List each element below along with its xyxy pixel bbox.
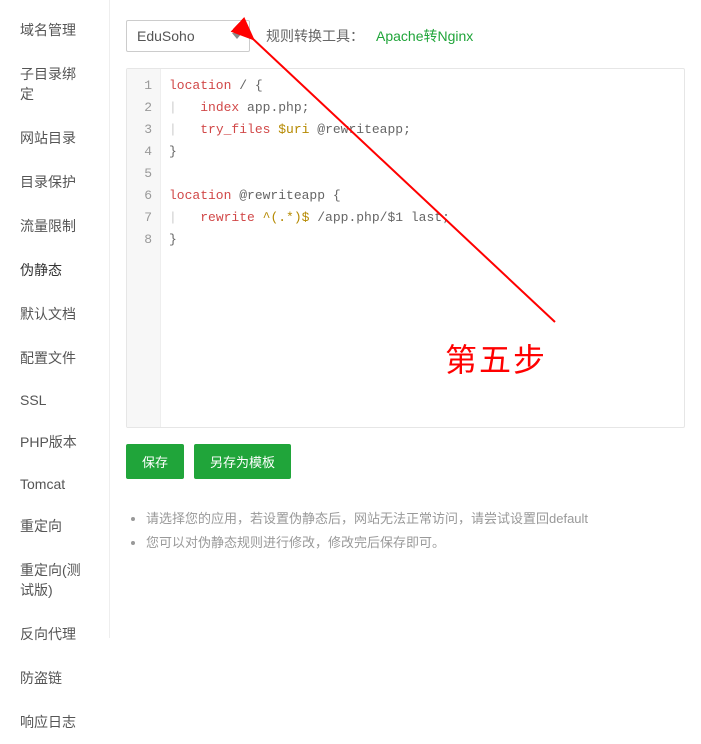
sidebar-item-11[interactable]: 重定向 xyxy=(0,504,109,548)
sidebar-item-5[interactable]: 伪静态 xyxy=(0,248,109,292)
annotation-step-label: 第五步 xyxy=(445,335,547,381)
sidebar-item-3[interactable]: 目录保护 xyxy=(0,160,109,204)
code-line[interactable]: location @rewriteapp { xyxy=(169,185,450,207)
gutter-line: 4 xyxy=(127,141,160,163)
gutter-line: 6 xyxy=(127,185,160,207)
code-line[interactable] xyxy=(169,163,450,185)
sidebar: 域名管理子目录绑定网站目录目录保护流量限制伪静态默认文档配置文件SSLPHP版本… xyxy=(0,0,110,638)
code-line[interactable]: | try_files $uri @rewriteapp; xyxy=(169,119,450,141)
main-panel: EduSoho 规则转换工具： Apache转Nginx 12345678 lo… xyxy=(110,0,701,638)
sidebar-item-2[interactable]: 网站目录 xyxy=(0,116,109,160)
save-as-template-button[interactable]: 另存为模板 xyxy=(194,444,291,479)
sidebar-item-7[interactable]: 配置文件 xyxy=(0,336,109,380)
button-row: 保存 另存为模板 xyxy=(126,444,685,479)
editor-gutter: 12345678 xyxy=(127,69,161,427)
save-button[interactable]: 保存 xyxy=(126,444,184,479)
template-select[interactable]: EduSoho xyxy=(126,20,250,52)
template-select-wrap: EduSoho xyxy=(126,20,250,52)
code-line[interactable]: location / { xyxy=(169,75,450,97)
convert-tool-label: 规则转换工具： xyxy=(266,26,364,46)
gutter-line: 2 xyxy=(127,97,160,119)
note-item: 您可以对伪静态规则进行修改，修改完后保存即可。 xyxy=(146,531,685,555)
sidebar-item-13[interactable]: 反向代理 xyxy=(0,612,109,656)
gutter-line: 7 xyxy=(127,207,160,229)
sidebar-item-6[interactable]: 默认文档 xyxy=(0,292,109,336)
gutter-line: 1 xyxy=(127,75,160,97)
code-line[interactable]: } xyxy=(169,141,450,163)
code-line[interactable]: } xyxy=(169,229,450,251)
sidebar-item-10[interactable]: Tomcat xyxy=(0,464,109,504)
editor-code[interactable]: location / {| index app.php;| try_files … xyxy=(161,69,458,427)
sidebar-item-14[interactable]: 防盗链 xyxy=(0,656,109,700)
top-row: EduSoho 规则转换工具： Apache转Nginx xyxy=(126,20,685,52)
gutter-line: 8 xyxy=(127,229,160,251)
sidebar-item-9[interactable]: PHP版本 xyxy=(0,420,109,464)
sidebar-item-12[interactable]: 重定向(测试版) xyxy=(0,548,109,612)
sidebar-item-4[interactable]: 流量限制 xyxy=(0,204,109,248)
convert-tool-link[interactable]: Apache转Nginx xyxy=(376,26,473,46)
code-editor[interactable]: 12345678 location / {| index app.php;| t… xyxy=(126,68,685,428)
sidebar-item-1[interactable]: 子目录绑定 xyxy=(0,52,109,116)
note-item: 请选择您的应用，若设置伪静态后，网站无法正常访问，请尝试设置回default xyxy=(146,507,685,531)
sidebar-item-8[interactable]: SSL xyxy=(0,380,109,420)
gutter-line: 3 xyxy=(127,119,160,141)
notes-list: 请选择您的应用，若设置伪静态后，网站无法正常访问，请尝试设置回default您可… xyxy=(126,507,685,555)
sidebar-item-0[interactable]: 域名管理 xyxy=(0,8,109,52)
sidebar-item-15[interactable]: 响应日志 xyxy=(0,700,109,744)
code-line[interactable]: | index app.php; xyxy=(169,97,450,119)
gutter-line: 5 xyxy=(127,163,160,185)
code-line[interactable]: | rewrite ^(.*)$ /app.php/$1 last; xyxy=(169,207,450,229)
